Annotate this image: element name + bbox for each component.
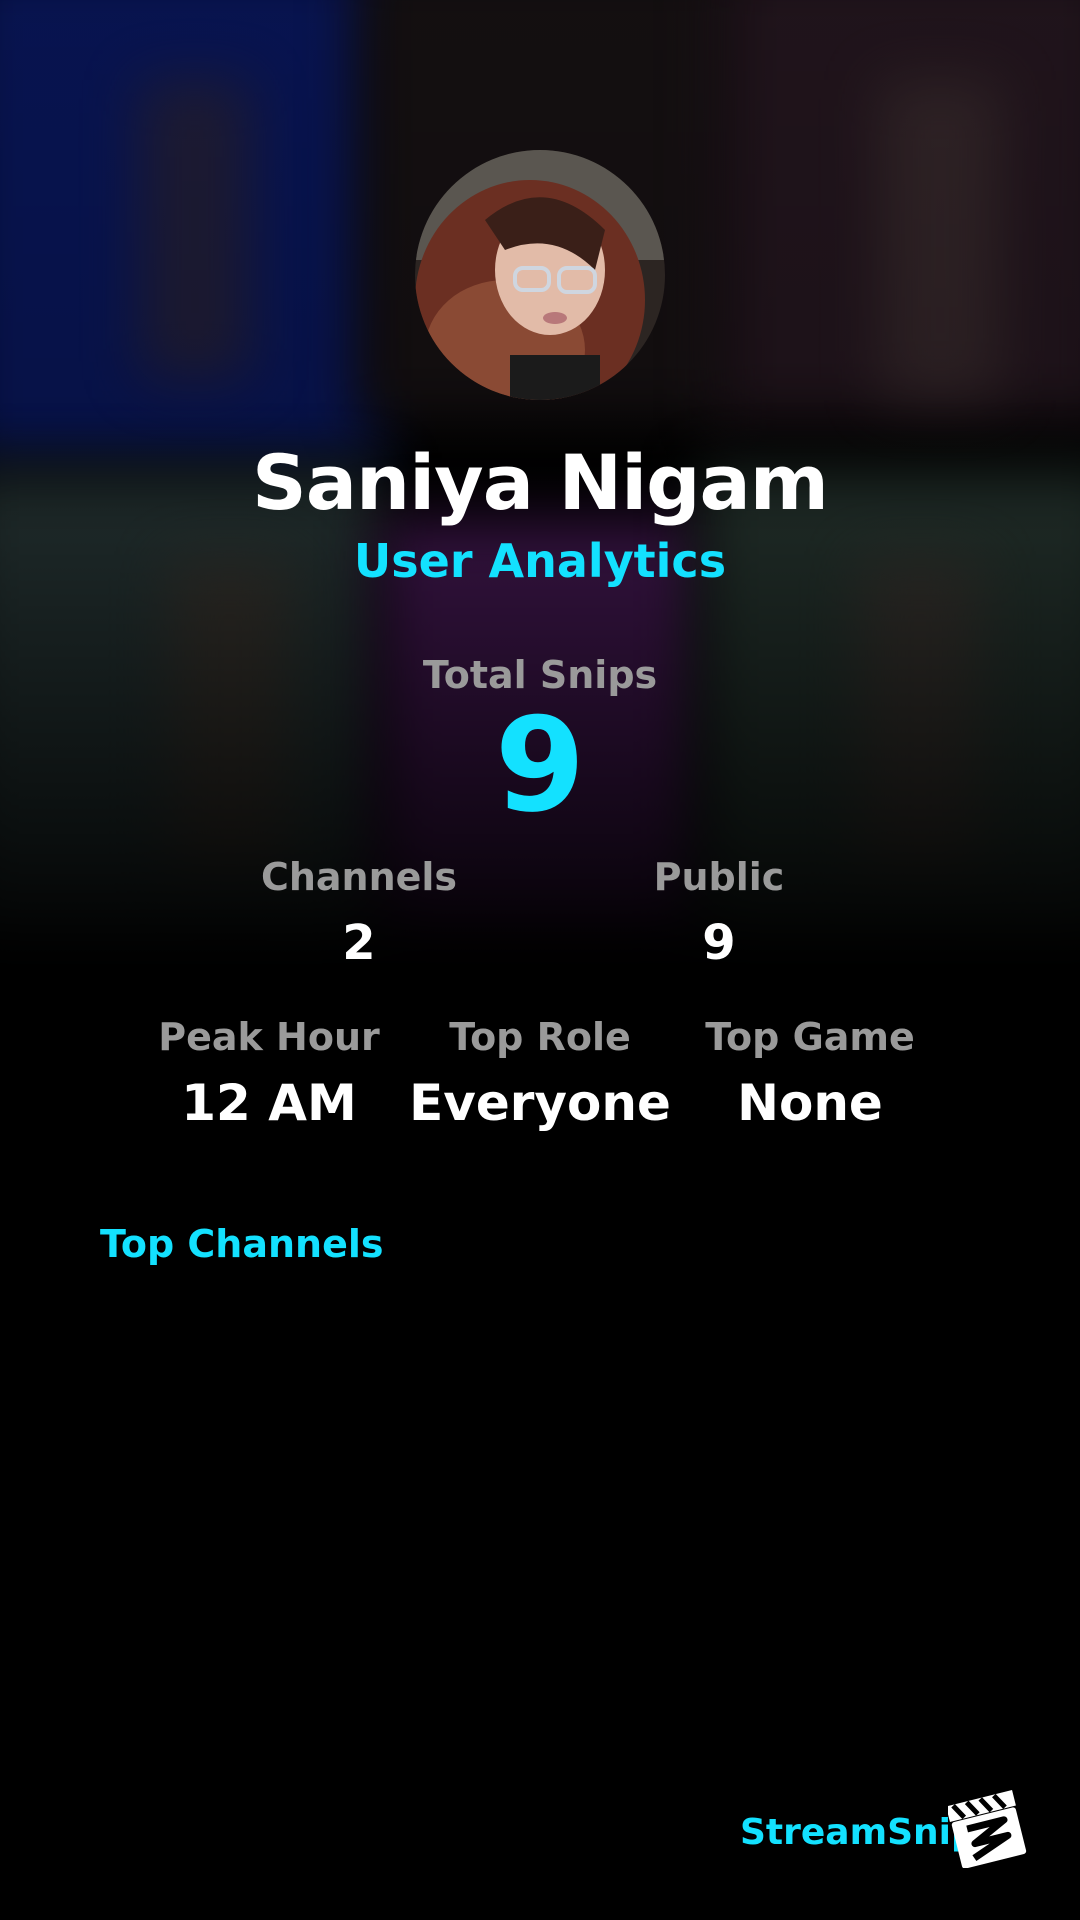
avatar-photo [415,150,665,400]
channels-value: 2 [342,915,376,971]
top-game-value: None [737,1074,883,1132]
top-channels-list [100,1290,980,1730]
page-subtitle: User Analytics [353,534,727,588]
top-role-value: Everyone [409,1074,671,1132]
total-snips-value: 9 [494,689,586,841]
top-game-label: Top Game [705,1015,915,1059]
peak-hour-value: 12 AM [181,1074,357,1132]
peak-hour-label: Peak Hour [158,1015,380,1059]
clapperboard-icon [946,1789,1028,1869]
public-value: 9 [702,915,736,971]
top-role-label: Top Role [449,1015,631,1059]
avatar [415,150,665,400]
brand-name: StreamSnip [740,1812,977,1853]
profile-name: Saniya Nigam [252,438,829,527]
top-channels-title: Top Channels [100,1222,384,1266]
channels-label: Channels [260,855,458,899]
public-label: Public [653,855,785,899]
